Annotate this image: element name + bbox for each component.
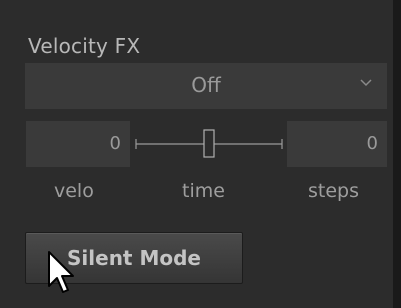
time-slider-handle [203, 129, 215, 158]
velo-label: velo [54, 180, 94, 202]
time-slider[interactable] [134, 121, 284, 167]
velocity-fx-dropdown[interactable]: Off [25, 63, 387, 109]
steps-label: steps [308, 180, 359, 202]
panel-edge [393, 0, 401, 308]
chevron-down-icon [360, 79, 372, 87]
steps-value: 0 [366, 133, 378, 154]
dropdown-value: Off [191, 73, 221, 97]
velo-value: 0 [109, 133, 121, 154]
time-label: time [182, 180, 225, 202]
section-title: Velocity FX [28, 34, 141, 58]
steps-field[interactable]: 0 [287, 121, 387, 167]
velo-field[interactable]: 0 [26, 121, 130, 167]
mouse-pointer-icon [48, 251, 74, 293]
